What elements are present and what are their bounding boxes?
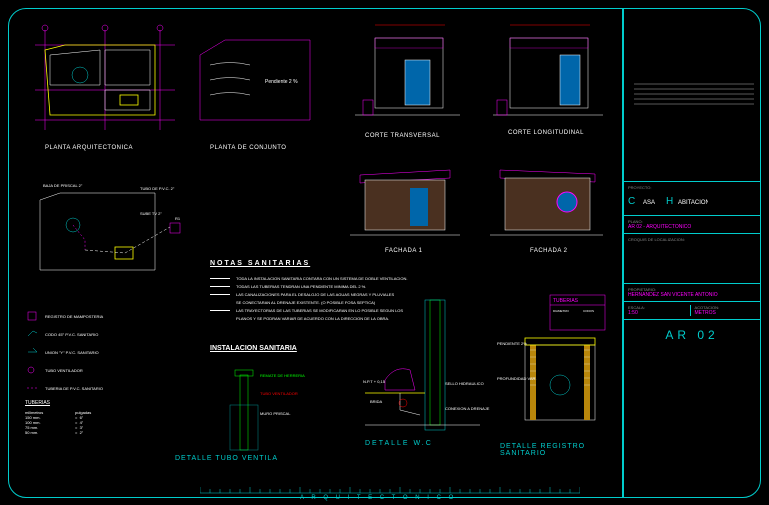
planta-arquitectonica: 1,78 1,00 1,55 0,80 2,00 bbox=[25, 20, 185, 140]
stripes-decoration bbox=[624, 79, 762, 119]
planta-arq-title: PLANTA ARQUITECTONICA bbox=[45, 145, 133, 151]
svg-text:H: H bbox=[666, 196, 673, 207]
svg-text:C: C bbox=[628, 196, 635, 207]
svg-text:0,80: 0,80 bbox=[165, 101, 174, 106]
svg-text:DIAMETRO: DIAMETRO bbox=[553, 309, 570, 313]
detalle-registro: TUBERIAS DIAMETRO CODOS PENDIENTE 2% PRO… bbox=[495, 290, 615, 440]
planta-conj-title: PLANTA DE CONJUNTO bbox=[210, 145, 286, 151]
svg-text:2,10: 2,10 bbox=[350, 71, 359, 76]
svg-text:1,60: 1,60 bbox=[400, 26, 409, 31]
svg-text:2,00: 2,00 bbox=[30, 66, 39, 71]
scale-ruler bbox=[200, 481, 580, 493]
fachada-2: 3,07 bbox=[485, 160, 610, 245]
svg-text:BRIDA: BRIDA bbox=[370, 399, 383, 404]
detalle-wc: N.P.T + 0,15 BRIDA SELLO HIDRAULICO CONE… bbox=[355, 295, 490, 440]
planta-conjunto: Pendiente 2 % bbox=[195, 35, 315, 125]
tb-escala: ESCALA: 1:50 ACOTACION: METROS bbox=[624, 301, 760, 319]
svg-text:0,60: 0,60 bbox=[593, 64, 602, 69]
svg-text:MURO PRISCAL: MURO PRISCAL bbox=[260, 411, 291, 416]
detalle-registro-title: DETALLE REGISTRO SANITARIO bbox=[500, 443, 610, 457]
tb-proyecto: PROYECTO: C ASA H ABITACION bbox=[624, 181, 760, 215]
svg-text:ASA: ASA bbox=[643, 200, 655, 206]
svg-text:0,60: 0,60 bbox=[550, 426, 559, 431]
svg-text:SELLO HIDRAULICO: SELLO HIDRAULICO bbox=[445, 381, 484, 386]
svg-text:2,75: 2,75 bbox=[347, 201, 356, 206]
tb-propietario: PROPIETARIO: HERNANDEZ SAN VICENTE ANTON… bbox=[624, 283, 760, 301]
svg-text:ABITACION: ABITACION bbox=[678, 200, 708, 206]
casa-logo-icon: C ASA H ABITACION bbox=[628, 190, 708, 210]
svg-text:SUBE TV 2": SUBE TV 2" bbox=[140, 211, 162, 216]
svg-text:2,07: 2,07 bbox=[593, 86, 602, 91]
detalle-wc-title: DETALLE W.C bbox=[365, 440, 433, 447]
svg-text:2,20: 2,20 bbox=[487, 71, 496, 76]
svg-text:1,55: 1,55 bbox=[165, 66, 174, 71]
svg-text:0,40: 0,40 bbox=[450, 51, 459, 56]
leyenda: REGISTRO DE MAMPOSTERIA CODO 45° P.V.C. … bbox=[25, 310, 195, 394]
fachada2-title: FACHADA 2 bbox=[530, 248, 568, 254]
corte-longitudinal: 2,65 0,40 0,60 2,07 2,20 bbox=[485, 20, 610, 130]
svg-text:CODOS: CODOS bbox=[583, 309, 594, 313]
svg-text:1,00: 1,00 bbox=[125, 34, 134, 39]
corte-transversal: 1,60 0,40 2,07 2,10 0,60 bbox=[345, 20, 465, 130]
fachada1-title: FACHADA 1 bbox=[385, 248, 423, 254]
tuberias-table: TUBERIAS milimetros pulgadas 150 mm.= 6"… bbox=[25, 400, 125, 435]
corte-long-title: CORTE LONGITUDINAL bbox=[508, 130, 584, 136]
svg-text:REMATE DE HERRERIA: REMATE DE HERRERIA bbox=[260, 373, 305, 378]
detalle-tubo-title: DETALLE TUBO VENTILA bbox=[175, 455, 278, 462]
tb-plano: PLANO: AR 02 - ARQUITECTONICO bbox=[624, 215, 760, 233]
svg-text:PROFUNDIDAD VAR.: PROFUNDIDAD VAR. bbox=[497, 376, 536, 381]
corte-trans-title: CORTE TRANSVERSAL bbox=[365, 133, 440, 139]
footer-title: A R Q U I T E C T O N I C O bbox=[300, 495, 456, 501]
svg-text:CONEXION A DRENAJE: CONEXION A DRENAJE bbox=[445, 406, 490, 411]
svg-text:TUBO DE P.V.C. 2": TUBO DE P.V.C. 2" bbox=[140, 186, 175, 191]
svg-text:0,60: 0,60 bbox=[380, 116, 389, 121]
svg-text:2,65: 2,65 bbox=[540, 26, 549, 31]
title-block: PROYECTO: C ASA H ABITACION PLANO: AR 02… bbox=[623, 8, 761, 498]
svg-text:3,07: 3,07 bbox=[600, 201, 609, 206]
sheet-number: AR 02 bbox=[624, 319, 760, 350]
instalacion-title: INSTALACION SANITARIA bbox=[210, 345, 297, 352]
svg-text:R1: R1 bbox=[175, 216, 181, 221]
fachada-1: 2,75 bbox=[345, 160, 465, 245]
svg-text:N.P.T + 0,15: N.P.T + 0,15 bbox=[363, 379, 386, 384]
svg-text:PENDIENTE 2%: PENDIENTE 2% bbox=[497, 341, 527, 346]
svg-text:TUBERIAS: TUBERIAS bbox=[553, 298, 579, 304]
svg-text:0,40: 0,40 bbox=[593, 51, 602, 56]
detalle-tubo-ventila: REMATE DE HERRERIA TUBO VENTILADOR MURO … bbox=[210, 365, 320, 465]
svg-text:TUBO VENTILADOR: TUBO VENTILADOR bbox=[260, 391, 298, 396]
svg-text:1,78: 1,78 bbox=[75, 34, 84, 39]
svg-text:BAJA DE PRISCAL 2": BAJA DE PRISCAL 2" bbox=[43, 183, 83, 188]
tb-croquis: CROQUIS DE LOCALIZACION: bbox=[624, 233, 760, 283]
svg-text:Pendiente 2 %: Pendiente 2 % bbox=[265, 79, 298, 85]
instalacion-sanitaria-plan: R1 BAJA DE PRISCAL 2" SUBE TV 2" TUBO DE… bbox=[25, 175, 200, 290]
svg-text:2,07: 2,07 bbox=[450, 76, 459, 81]
